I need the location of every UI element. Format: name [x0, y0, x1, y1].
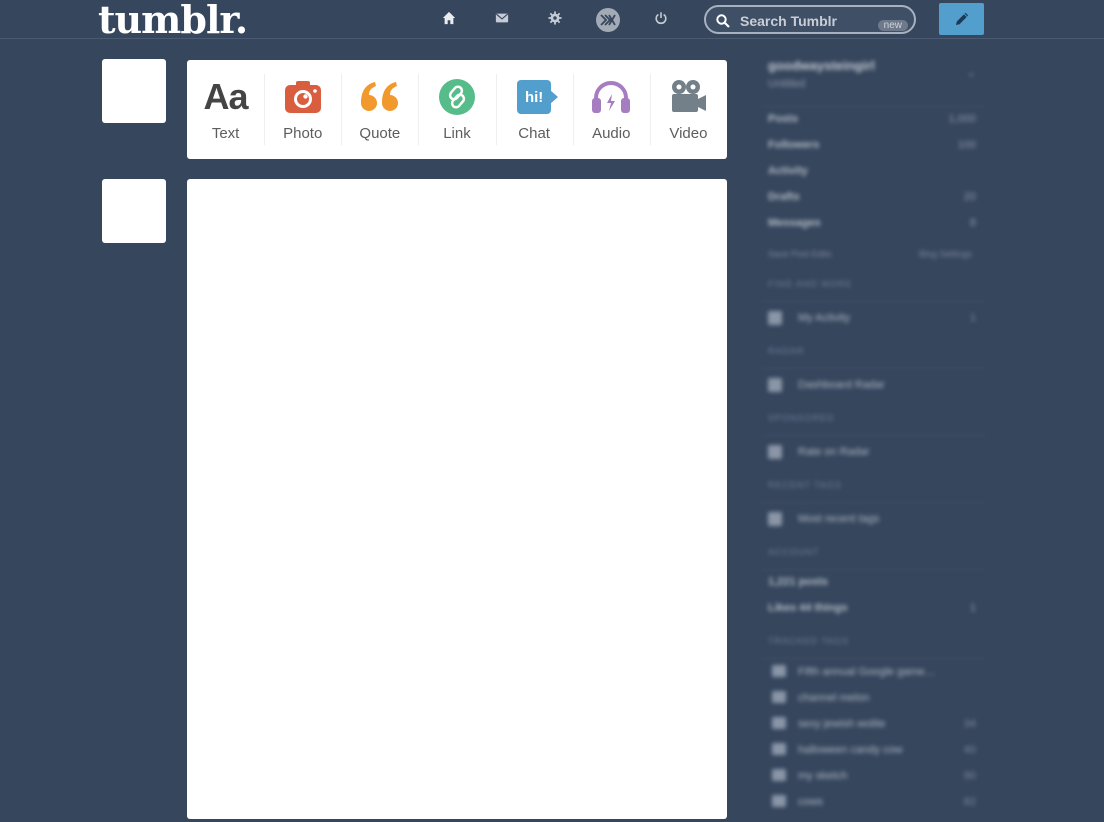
sidebar-link-right[interactable]: Blog Settings: [919, 249, 972, 259]
video-camera-icon: [669, 77, 707, 117]
sidebar-item[interactable]: Likes 44 things 1: [760, 596, 986, 622]
post-quote-button[interactable]: Quote: [341, 60, 418, 159]
blog-header[interactable]: goodwaysteingirl Untitled ⌄: [760, 52, 986, 107]
tag-icon: [772, 717, 786, 729]
tag-icon: [772, 665, 786, 677]
post-photo-button[interactable]: Photo: [264, 60, 341, 159]
post-type-label: Text: [211, 125, 240, 142]
post-chat-button[interactable]: hi! Chat: [495, 60, 573, 159]
sidebar-section-heading: RADAR: [760, 338, 986, 369]
top-nav: tumblr. new: [0, 0, 1104, 42]
camera-icon: [284, 77, 322, 117]
post-type-label: Video: [669, 125, 708, 142]
tag-icon: [768, 512, 782, 526]
link-icon: [438, 77, 476, 117]
post-video-button[interactable]: Video: [649, 60, 727, 159]
post-type-label: Quote: [359, 125, 401, 142]
sidebar-item[interactable]: 1,221 posts: [760, 570, 986, 596]
tracked-tag[interactable]: sexy jewish wolite 34: [760, 711, 986, 737]
sidebar-section-heading: SPONSORED: [760, 405, 986, 436]
sidebar-item[interactable]: Rate on Radar: [760, 436, 986, 468]
tracked-tag[interactable]: Fifth annual Google game…: [760, 659, 986, 685]
tag-icon: [772, 795, 786, 807]
tracked-tag[interactable]: channel melon: [760, 685, 986, 711]
post-avatar[interactable]: [102, 179, 166, 243]
stat-row[interactable]: Drafts 20: [760, 185, 986, 211]
blog-name: goodwaysteingirl: [768, 58, 875, 73]
sidebar-item[interactable]: Most recent tags: [760, 503, 986, 535]
post-audio-button[interactable]: Audio: [572, 60, 650, 159]
tracked-tag[interactable]: halloween candy cow 40: [760, 737, 986, 763]
chat-icon: hi!: [517, 77, 559, 117]
tumblr-logo[interactable]: tumblr.: [98, 0, 248, 42]
stat-row[interactable]: Followers 100: [760, 133, 986, 159]
envelope-icon[interactable]: [494, 10, 510, 26]
search-icon: [716, 14, 730, 28]
sidebar-section-heading: TRACKED TAGS: [760, 628, 986, 659]
new-badge: new: [877, 20, 908, 31]
radar-icon: [768, 378, 782, 392]
tracked-tag[interactable]: cows 82: [760, 789, 986, 815]
gear-icon[interactable]: [547, 10, 563, 26]
search-input[interactable]: [738, 12, 882, 30]
blog-subtitle: Untitled: [768, 78, 806, 90]
home-icon[interactable]: [441, 10, 457, 26]
post-type-label: Audio: [592, 125, 631, 142]
sidebar-item[interactable]: My Activity 1: [760, 302, 986, 334]
post-type-bar: Aa Text Photo Quote Link hi! Chat Audio …: [187, 60, 727, 159]
tag-icon: [772, 769, 786, 781]
compose-button[interactable]: [939, 3, 984, 35]
tracked-tag[interactable]: my sketch 90: [760, 763, 986, 789]
sidebar-section-heading: ACCOUNT: [760, 539, 986, 570]
user-avatar[interactable]: [102, 59, 166, 123]
post-link-button[interactable]: Link: [418, 60, 495, 159]
stat-row[interactable]: Activity: [760, 159, 986, 185]
post-type-label: Photo: [283, 125, 323, 142]
headphones-icon: [591, 77, 631, 117]
text-icon: Aa: [203, 76, 249, 117]
post-type-label: Chat: [518, 125, 550, 142]
sidebar-links: Save Post Edits Blog Settings: [760, 237, 986, 271]
power-icon[interactable]: [653, 10, 669, 26]
right-sidebar: goodwaysteingirl Untitled ⌄ Posts 1,000 …: [760, 52, 986, 822]
sidebar-link-left[interactable]: Save Post Edits: [768, 249, 832, 259]
sponsored-icon: [768, 445, 782, 459]
stat-row[interactable]: Messages 8: [760, 211, 986, 237]
sidebar-item[interactable]: Dashboard Radar: [760, 369, 986, 401]
pencil-icon: [955, 12, 968, 25]
post-card: [187, 179, 727, 819]
tag-icon: [772, 743, 786, 755]
stat-row[interactable]: Posts 1,000: [760, 107, 986, 133]
search-box[interactable]: new: [704, 5, 916, 34]
sidebar-section-heading: FIND AND MORE: [760, 271, 986, 302]
post-text-button[interactable]: Aa Text: [187, 60, 264, 159]
xkit-icon[interactable]: [596, 8, 620, 32]
user-icon: [768, 311, 782, 325]
tag-icon: [772, 691, 786, 703]
chevron-down-icon: ⌄: [966, 67, 976, 79]
quote-icon: [359, 77, 401, 117]
post-type-label: Link: [443, 125, 471, 142]
sidebar-section-heading: RECENT TAGS: [760, 472, 986, 503]
